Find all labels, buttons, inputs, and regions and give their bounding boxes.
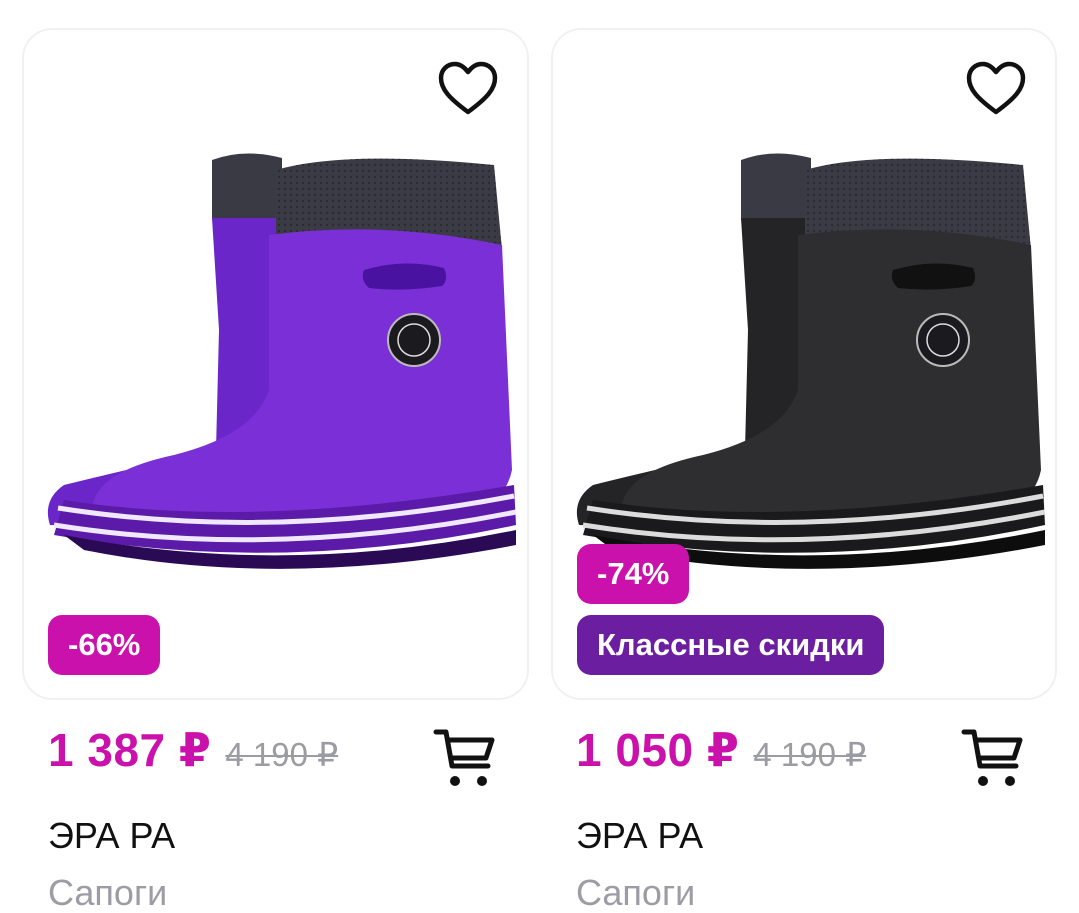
product-card[interactable]: -74% Классные скидки 1 050 ₽ 4 190 ₽ ЭРА… <box>528 0 1056 913</box>
brand-name: ЭРА РА <box>48 815 176 856</box>
product-image-container[interactable]: -74% Классные скидки <box>553 30 1055 698</box>
boot-front <box>582 158 1046 569</box>
favorite-heart-icon[interactable] <box>965 60 1027 118</box>
product-category: Сапоги <box>48 872 168 913</box>
product-grid: -66% 1 387 ₽ 4 190 ₽ ЭРА РА Сапоги -74% … <box>0 0 1079 913</box>
add-to-cart-icon[interactable] <box>432 726 498 792</box>
discount-badge: -74% <box>577 544 690 604</box>
boot-front <box>53 158 517 569</box>
discount-badge: -66% <box>48 615 161 675</box>
product-image-container[interactable]: -66% <box>24 30 527 698</box>
product-category: Сапоги <box>576 872 696 913</box>
current-price: 1 050 ₽ <box>576 724 740 776</box>
current-price: 1 387 ₽ <box>48 724 212 776</box>
brand-name: ЭРА РА <box>576 815 704 856</box>
product-card[interactable]: -66% 1 387 ₽ 4 190 ₽ ЭРА РА Сапоги <box>0 0 528 913</box>
old-price: 4 190 ₽ <box>753 736 867 773</box>
old-price: 4 190 ₽ <box>225 736 339 773</box>
price-row: 1 050 ₽ 4 190 ₽ <box>576 723 866 787</box>
price-row: 1 387 ₽ 4 190 ₽ <box>48 723 338 787</box>
promo-badge: Классные скидки <box>577 615 885 675</box>
add-to-cart-icon[interactable] <box>960 726 1026 792</box>
product-image <box>47 153 517 569</box>
favorite-heart-icon[interactable] <box>437 60 499 118</box>
